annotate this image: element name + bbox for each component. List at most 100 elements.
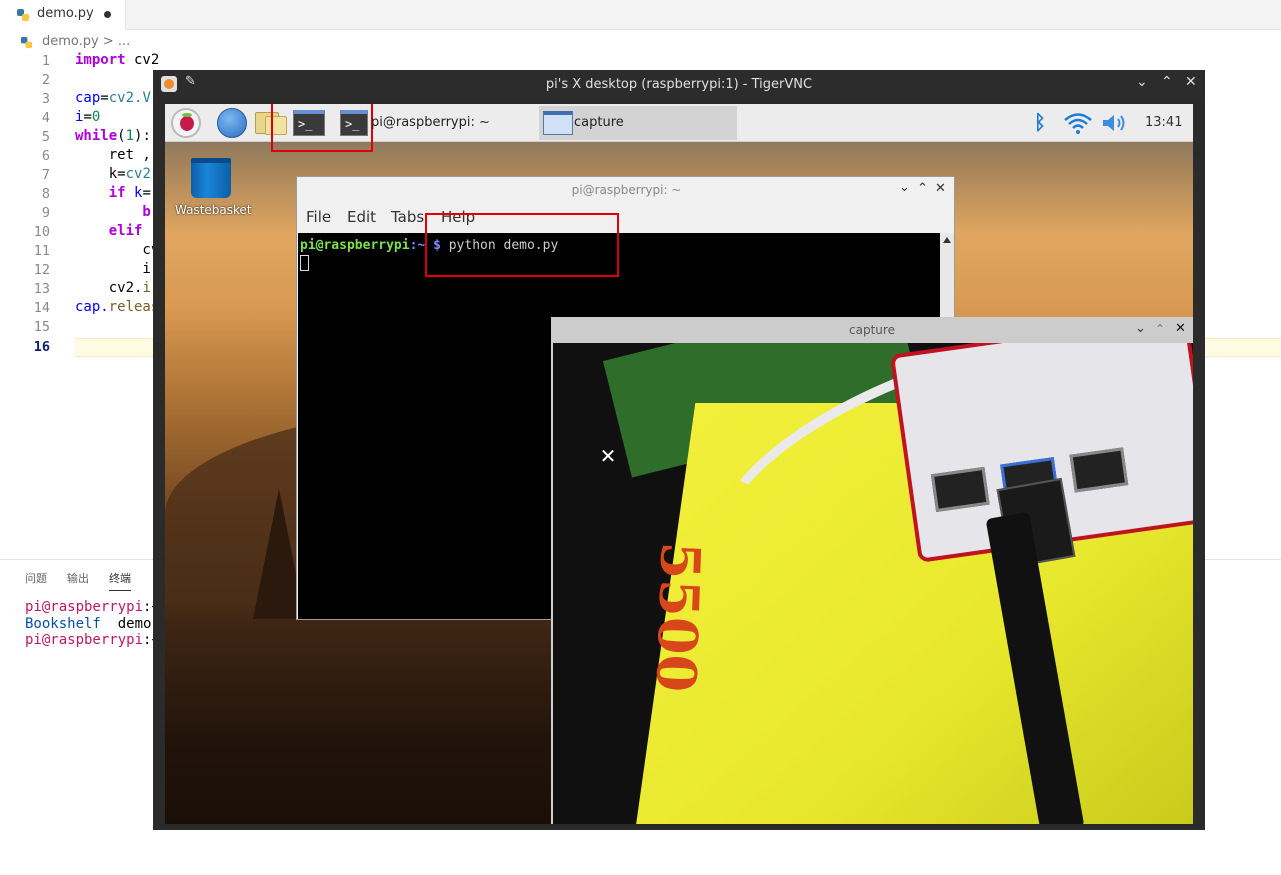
code-line-1[interactable]: import cv2: [75, 52, 159, 68]
lxde-panel: >_ >_ pi@raspberrypi: ~ capture ᛒ 13:41: [165, 104, 1193, 152]
clock[interactable]: 13:41: [1145, 115, 1182, 130]
trash-icon[interactable]: [191, 158, 231, 198]
code-token: (: [117, 128, 126, 144]
code-token: cv2.V: [108, 90, 151, 106]
capture-window: capture ⌄ ⌃ ✕ 5500 ✕: [551, 317, 1193, 824]
line-number: 10: [33, 224, 50, 240]
wastebasket-label[interactable]: Wastebasket: [175, 203, 252, 217]
ethernet-port: [1069, 447, 1129, 493]
code-token: cv2.: [75, 280, 143, 296]
code-line-5[interactable]: while(1):: [75, 128, 151, 144]
book-title-text: 5500: [643, 540, 713, 694]
line-number: 15: [33, 319, 50, 335]
terminal-user: pi@raspberrypi: [25, 599, 144, 615]
line-number: 2: [41, 72, 50, 88]
taskbar-capture[interactable]: capture: [539, 106, 737, 140]
code-token: cap: [75, 90, 101, 106]
minimize-icon[interactable]: ⌄: [1136, 74, 1148, 90]
usb-port: [930, 466, 990, 512]
taskbar-label: pi@raspberrypi: ~: [371, 115, 490, 130]
vnc-titlebar[interactable]: ✎ pi's X desktop (raspberrypi:1) - Tiger…: [153, 70, 1205, 98]
code-token: ret ,: [75, 147, 151, 163]
terminal-line: Bookshelf demo.: [25, 616, 160, 632]
terminal-dir: Bookshelf: [25, 616, 101, 632]
code-line-3[interactable]: cap=cv2.V: [75, 90, 151, 106]
code-token: while: [75, 128, 118, 144]
python-icon: [20, 36, 33, 49]
wifi-icon[interactable]: [1063, 111, 1093, 135]
line-number: 4: [41, 110, 50, 126]
code-line-4[interactable]: i=0: [75, 109, 100, 125]
menu-tabs[interactable]: Tabs: [391, 208, 424, 226]
close-icon[interactable]: ✕: [1175, 321, 1186, 336]
tab-output[interactable]: 输出: [67, 570, 89, 586]
maximize-icon[interactable]: ⌃: [1161, 74, 1173, 90]
line-number: 9: [41, 205, 50, 221]
tab-problems[interactable]: 问题: [25, 570, 47, 586]
prompt-path: :~: [409, 238, 426, 253]
line-number: 6: [41, 148, 50, 164]
raspberry-menu-icon[interactable]: [171, 108, 201, 138]
line-number: 3: [41, 91, 50, 107]
maximize-icon[interactable]: ⌃: [1155, 322, 1165, 336]
line-number-active: 16: [33, 339, 50, 355]
annotation-box-terminal-icons: [271, 104, 373, 152]
taskbar-terminal[interactable]: pi@raspberrypi: ~: [370, 106, 540, 140]
terminal-line: pi@raspberrypi:~: [25, 599, 160, 615]
window-icon: [543, 111, 573, 135]
code-token: =: [83, 109, 92, 125]
tab-terminal[interactable]: 终端: [109, 570, 131, 591]
code-line-11[interactable]: cv: [75, 242, 159, 258]
code-line-8[interactable]: if k=: [75, 185, 151, 201]
code-token: cv2: [125, 52, 160, 68]
close-icon[interactable]: ✕: [935, 181, 946, 196]
menu-edit[interactable]: Edit: [347, 208, 376, 226]
code-line-10[interactable]: elif: [75, 223, 151, 239]
code-token: b: [75, 204, 151, 220]
unsaved-dot-icon[interactable]: [104, 11, 111, 18]
crosshair-cursor-icon: ✕: [599, 444, 617, 468]
close-icon[interactable]: ✕: [1185, 74, 1197, 90]
menu-file[interactable]: File: [306, 208, 331, 226]
code-token: import: [75, 52, 126, 68]
terminal-title[interactable]: pi@raspberrypi: ~: [297, 183, 956, 197]
code-line-7[interactable]: k=cv2: [75, 166, 151, 182]
code-token: ):: [134, 128, 151, 144]
volume-icon[interactable]: [1101, 112, 1129, 134]
tab-demo-py[interactable]: demo.py: [0, 0, 126, 30]
terminal-user: pi@raspberrypi: [25, 632, 144, 648]
editor-tab-bar: demo.py: [0, 0, 1281, 30]
python-icon: [17, 9, 29, 21]
line-number: 5: [41, 129, 50, 145]
code-token: =: [142, 185, 151, 201]
code-token: elif: [75, 223, 151, 239]
terminal-text: demo.: [100, 616, 160, 632]
code-token: 1: [125, 128, 135, 144]
vnc-window: ✎ pi's X desktop (raspberrypi:1) - Tiger…: [153, 70, 1205, 830]
minimize-icon[interactable]: ⌄: [1135, 321, 1146, 336]
code-token: =: [100, 90, 109, 106]
line-number: 1: [41, 53, 50, 69]
code-token: cap.: [75, 299, 109, 315]
bluetooth-icon[interactable]: ᛒ: [1031, 110, 1049, 136]
code-token: k: [75, 166, 118, 182]
line-number: 13: [33, 281, 50, 297]
minimize-icon[interactable]: ⌄: [899, 180, 910, 195]
code-line-14[interactable]: cap.releas: [75, 299, 159, 315]
code-token: if: [75, 185, 135, 201]
maximize-icon[interactable]: ⌃: [917, 181, 928, 196]
prompt-user: pi@raspberrypi: [300, 238, 410, 253]
line-number: 11: [33, 243, 50, 259]
browser-icon[interactable]: [217, 108, 247, 138]
line-number: 7: [41, 167, 50, 183]
annotation-box-command: [425, 213, 619, 277]
code-line-12[interactable]: i: [75, 261, 150, 277]
remote-desktop[interactable]: >_ >_ pi@raspberrypi: ~ capture ᛒ 13:41: [165, 104, 1193, 824]
vnc-title: pi's X desktop (raspberrypi:1) - TigerVN…: [545, 77, 813, 92]
camera-feed: 5500 ✕: [553, 343, 1193, 824]
code-line-9[interactable]: b: [75, 204, 151, 220]
line-number: 8: [41, 186, 50, 202]
code-line-13[interactable]: cv2.i: [75, 280, 151, 296]
code-line-6[interactable]: ret ,: [75, 147, 151, 163]
breadcrumb-text: demo.py > ...: [42, 34, 131, 49]
